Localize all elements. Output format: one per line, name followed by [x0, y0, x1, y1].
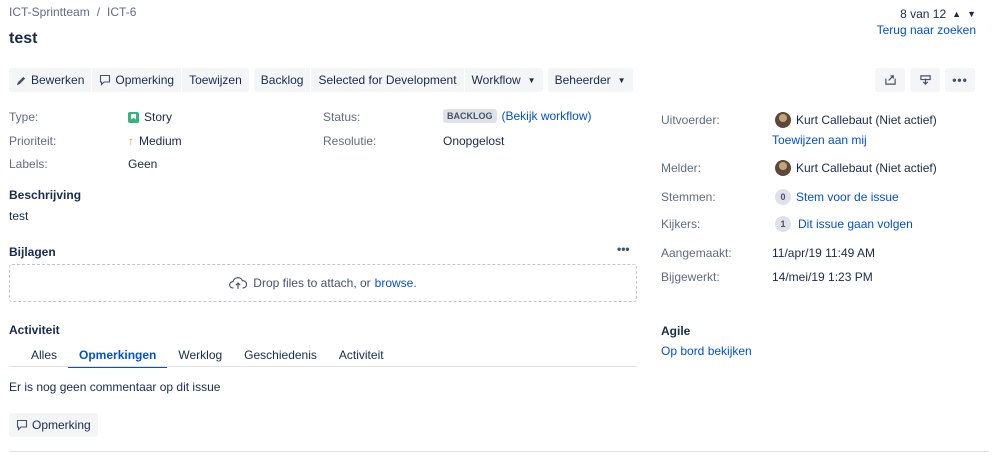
resolution-label: Resolutie: — [323, 134, 377, 148]
assignee-label: Uitvoerder: — [661, 113, 720, 127]
selected-for-development-button[interactable]: Selected for Development — [311, 68, 464, 92]
status-lozenge: BACKLOG — [443, 109, 497, 123]
votes-count-badge[interactable]: 0 — [775, 189, 791, 205]
story-icon — [128, 111, 139, 123]
tab-history[interactable]: Geschiedenis — [233, 348, 328, 368]
assign-button-label: Toewijzen — [189, 73, 242, 87]
priority-label: Prioriteit: — [9, 134, 57, 148]
description-text[interactable]: test — [9, 209, 28, 223]
activity-tabs: Alles Opmerkingen Werklog Geschiedenis A… — [20, 348, 395, 368]
attachment-dropzone[interactable]: Drop files to attach, or browse. — [9, 264, 637, 302]
labels-value: Geen — [128, 157, 158, 171]
avatar — [775, 112, 791, 128]
export-icon — [919, 75, 931, 86]
backlog-button[interactable]: Backlog — [253, 68, 311, 92]
chevron-down-icon: ▼ — [617, 75, 626, 85]
vote-link[interactable]: Stem voor de issue — [796, 190, 899, 204]
share-icon — [884, 75, 896, 85]
created-label: Aangemaakt: — [661, 246, 732, 260]
add-comment-button[interactable]: Opmerking — [9, 413, 98, 437]
status-label: Status: — [323, 110, 361, 124]
resolution-value: Onopgelost — [443, 134, 505, 148]
watchers-value: 1 Dit issue gaan volgen — [775, 216, 913, 232]
reporter-name[interactable]: Kurt Callebaut (Niet actief) — [796, 161, 937, 175]
votes-value: 0 Stem voor de issue — [775, 189, 899, 205]
assign-to-me-link[interactable]: Toewijzen aan mij — [772, 133, 867, 147]
tab-all[interactable]: Alles — [20, 348, 68, 368]
type-label: Type: — [9, 110, 39, 124]
issue-title[interactable]: test — [9, 30, 37, 48]
no-comments-text: Er is nog geen commentaar op dit issue — [9, 380, 221, 394]
comment-button-label: Opmerking — [115, 73, 175, 87]
activity-heading: Activiteit — [9, 323, 60, 337]
next-issue-icon[interactable]: ▼ — [967, 9, 976, 19]
previous-issue-icon[interactable]: ▲ — [952, 9, 961, 19]
selected-button-label: Selected for Development — [318, 73, 457, 87]
description-heading: Beschrijving — [9, 188, 82, 202]
add-comment-label: Opmerking — [32, 418, 91, 432]
status-value: BACKLOG (Bekijk workflow) — [443, 109, 592, 123]
issue-pager: 8 van 12 ▲ ▼ — [900, 7, 976, 21]
export-button[interactable] — [910, 68, 940, 92]
tab-worklog[interactable]: Werklog — [167, 348, 233, 368]
priority-text: Medium — [139, 134, 182, 148]
assignee-name[interactable]: Kurt Callebaut (Niet actief) — [796, 113, 937, 127]
updated-label: Bijgewerkt: — [661, 270, 720, 284]
type-text: Story — [144, 110, 173, 124]
chevron-down-icon: ▼ — [527, 75, 536, 85]
comment-icon — [100, 74, 111, 86]
breadcrumb-project-link[interactable]: ICT-Sprintteam — [9, 5, 90, 19]
comment-icon — [16, 419, 28, 431]
edit-button[interactable]: Bewerken — [9, 68, 92, 92]
admin-dropdown-label: Beheerder — [554, 73, 611, 87]
assign-button[interactable]: Toewijzen — [182, 68, 249, 92]
attachments-more-icon[interactable]: ••• — [617, 242, 630, 256]
breadcrumb: ICT-Sprintteam / ICT-6 — [9, 5, 136, 19]
workflow-dropdown-label: Workflow — [471, 73, 521, 87]
avatar — [775, 160, 791, 176]
comment-button[interactable]: Opmerking — [92, 68, 182, 92]
view-workflow-link[interactable]: (Bekijk workflow) — [502, 109, 592, 123]
updated-value: 14/mei/19 1:23 PM — [772, 270, 873, 284]
admin-dropdown[interactable]: Beheerder ▼ — [547, 68, 633, 92]
priority-medium-icon: ↑ — [128, 134, 134, 148]
view-on-board-link[interactable]: Op bord bekijken — [661, 344, 752, 358]
pencil-icon — [16, 76, 26, 85]
watchers-count-badge[interactable]: 1 — [775, 216, 791, 232]
reporter-value: Kurt Callebaut (Niet actief) — [775, 160, 937, 176]
assignee-value: Kurt Callebaut (Niet actief) — [775, 112, 937, 128]
dropzone-text: Drop files to attach, or — [253, 276, 371, 290]
breadcrumb-separator: / — [96, 5, 101, 19]
more-icon: ••• — [952, 73, 968, 87]
labels-label: Labels: — [9, 157, 48, 171]
more-actions-button[interactable]: ••• — [945, 68, 975, 92]
browse-link[interactable]: browse. — [375, 276, 417, 290]
type-value: Story — [128, 110, 172, 124]
workflow-dropdown[interactable]: Workflow ▼ — [464, 68, 543, 92]
bottom-divider — [9, 451, 989, 452]
cloud-upload-icon — [229, 277, 248, 289]
breadcrumb-issue-link[interactable]: ICT-6 — [107, 5, 136, 19]
pager-position: 8 van 12 — [900, 7, 947, 21]
edit-button-label: Bewerken — [31, 73, 85, 87]
priority-value: ↑ Medium — [128, 134, 182, 148]
agile-heading: Agile — [661, 324, 691, 338]
reporter-label: Melder: — [661, 161, 702, 175]
share-button[interactable] — [875, 68, 905, 92]
watch-link[interactable]: Dit issue gaan volgen — [798, 217, 913, 231]
votes-label: Stemmen: — [661, 190, 716, 204]
tabs-divider — [9, 366, 637, 367]
tab-activity[interactable]: Activiteit — [328, 348, 395, 368]
tab-comments[interactable]: Opmerkingen — [68, 348, 168, 368]
created-value: 11/apr/19 11:49 AM — [772, 246, 875, 260]
issue-toolbar: Bewerken Opmerking Toewijzen Backlog Sel… — [9, 68, 633, 92]
watchers-label: Kijkers: — [661, 217, 701, 231]
attachments-heading: Bijlagen — [9, 245, 56, 259]
back-to-search-link[interactable]: Terug naar zoeken — [877, 23, 976, 37]
backlog-button-label: Backlog — [260, 73, 304, 87]
